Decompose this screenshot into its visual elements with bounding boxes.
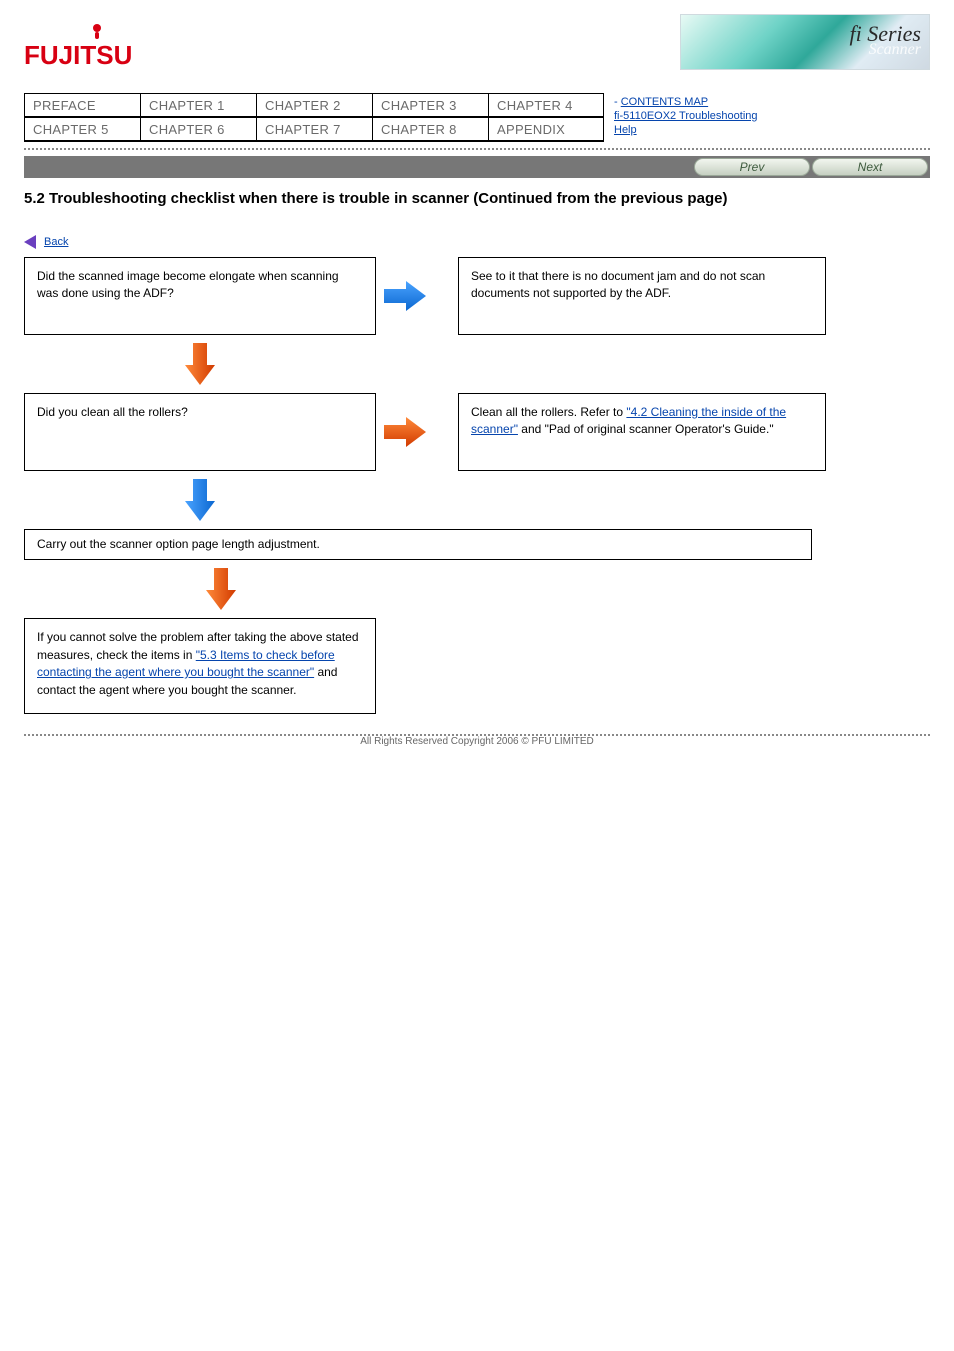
flow-box-3: Carry out the scanner option page length…	[24, 529, 812, 560]
flow-box-1-text: Did the scanned image become elongate wh…	[37, 269, 339, 300]
arrow-right-icon	[376, 415, 434, 449]
flow-box-1-right: See to it that there is no document jam …	[458, 257, 826, 335]
nav-chapter-2[interactable]: CHAPTER 2	[256, 93, 372, 117]
page-bar: Prev Next	[24, 156, 930, 178]
arrow-down-icon	[24, 471, 376, 529]
flow-box-2: Did you clean all the rollers?	[24, 393, 376, 471]
back-arrow-icon	[24, 235, 40, 249]
arrow-down-icon	[24, 560, 376, 618]
flow-box-2-right-pre: Clean all the rollers. Refer to	[471, 405, 626, 419]
next-button[interactable]: Next	[812, 158, 928, 176]
copyright: All Rights Reserved Copyright 2006 © PFU…	[24, 736, 930, 747]
nav-chapter-3[interactable]: CHAPTER 3	[372, 93, 488, 117]
side-links: - CONTENTS MAP fi-5110EOX2 Troubleshooti…	[614, 95, 930, 137]
nav-chapter-7[interactable]: CHAPTER 7	[256, 117, 372, 141]
nav-appendix[interactable]: APPENDIX	[488, 117, 604, 141]
page-footer: All Rights Reserved Copyright 2006 © PFU…	[24, 734, 930, 747]
link-troubleshooting[interactable]: fi-5110EOX2 Troubleshooting	[614, 110, 758, 122]
chapter-title: 5.2 Troubleshooting checklist when there…	[24, 190, 930, 207]
series-banner: fi Series Scanner	[680, 14, 930, 70]
nav-chapter-4[interactable]: CHAPTER 4	[488, 93, 604, 117]
side-link-prefix: -	[614, 96, 621, 108]
flow-box-4: If you cannot solve the problem after ta…	[24, 618, 376, 714]
nav-chapter-6[interactable]: CHAPTER 6	[140, 117, 256, 141]
flow-box-1: Did the scanned image become elongate wh…	[24, 257, 376, 335]
back-link[interactable]: Back	[44, 236, 68, 248]
brand-logo: FUJITSU	[24, 22, 136, 77]
chapter-nav: PREFACE CHAPTER 1 CHAPTER 2 CHAPTER 3 CH…	[24, 93, 604, 142]
nav-chapter-8[interactable]: CHAPTER 8	[372, 117, 488, 141]
nav-preface[interactable]: PREFACE	[24, 93, 140, 117]
flow-box-2-right-post: and "Pad of original scanner Operator's …	[518, 422, 774, 436]
prev-button[interactable]: Prev	[694, 158, 810, 176]
nav-chapter-5[interactable]: CHAPTER 5	[24, 117, 140, 141]
flow-box-1-right-text: See to it that there is no document jam …	[471, 269, 765, 300]
flow-box-2-text: Did you clean all the rollers?	[37, 405, 188, 419]
separator	[24, 148, 930, 150]
nav-chapter-1[interactable]: CHAPTER 1	[140, 93, 256, 117]
series-sub: Scanner	[869, 41, 921, 59]
flow-box-3-text: Carry out the scanner option page length…	[37, 537, 320, 551]
flow-box-2-right: Clean all the rollers. Refer to "4.2 Cle…	[458, 393, 826, 471]
link-help[interactable]: Help	[614, 124, 637, 136]
arrow-down-icon	[24, 335, 376, 393]
svg-text:FUJITSU: FUJITSU	[24, 40, 132, 70]
link-contents-map[interactable]: CONTENTS MAP	[621, 96, 708, 108]
arrow-right-icon	[376, 279, 434, 313]
